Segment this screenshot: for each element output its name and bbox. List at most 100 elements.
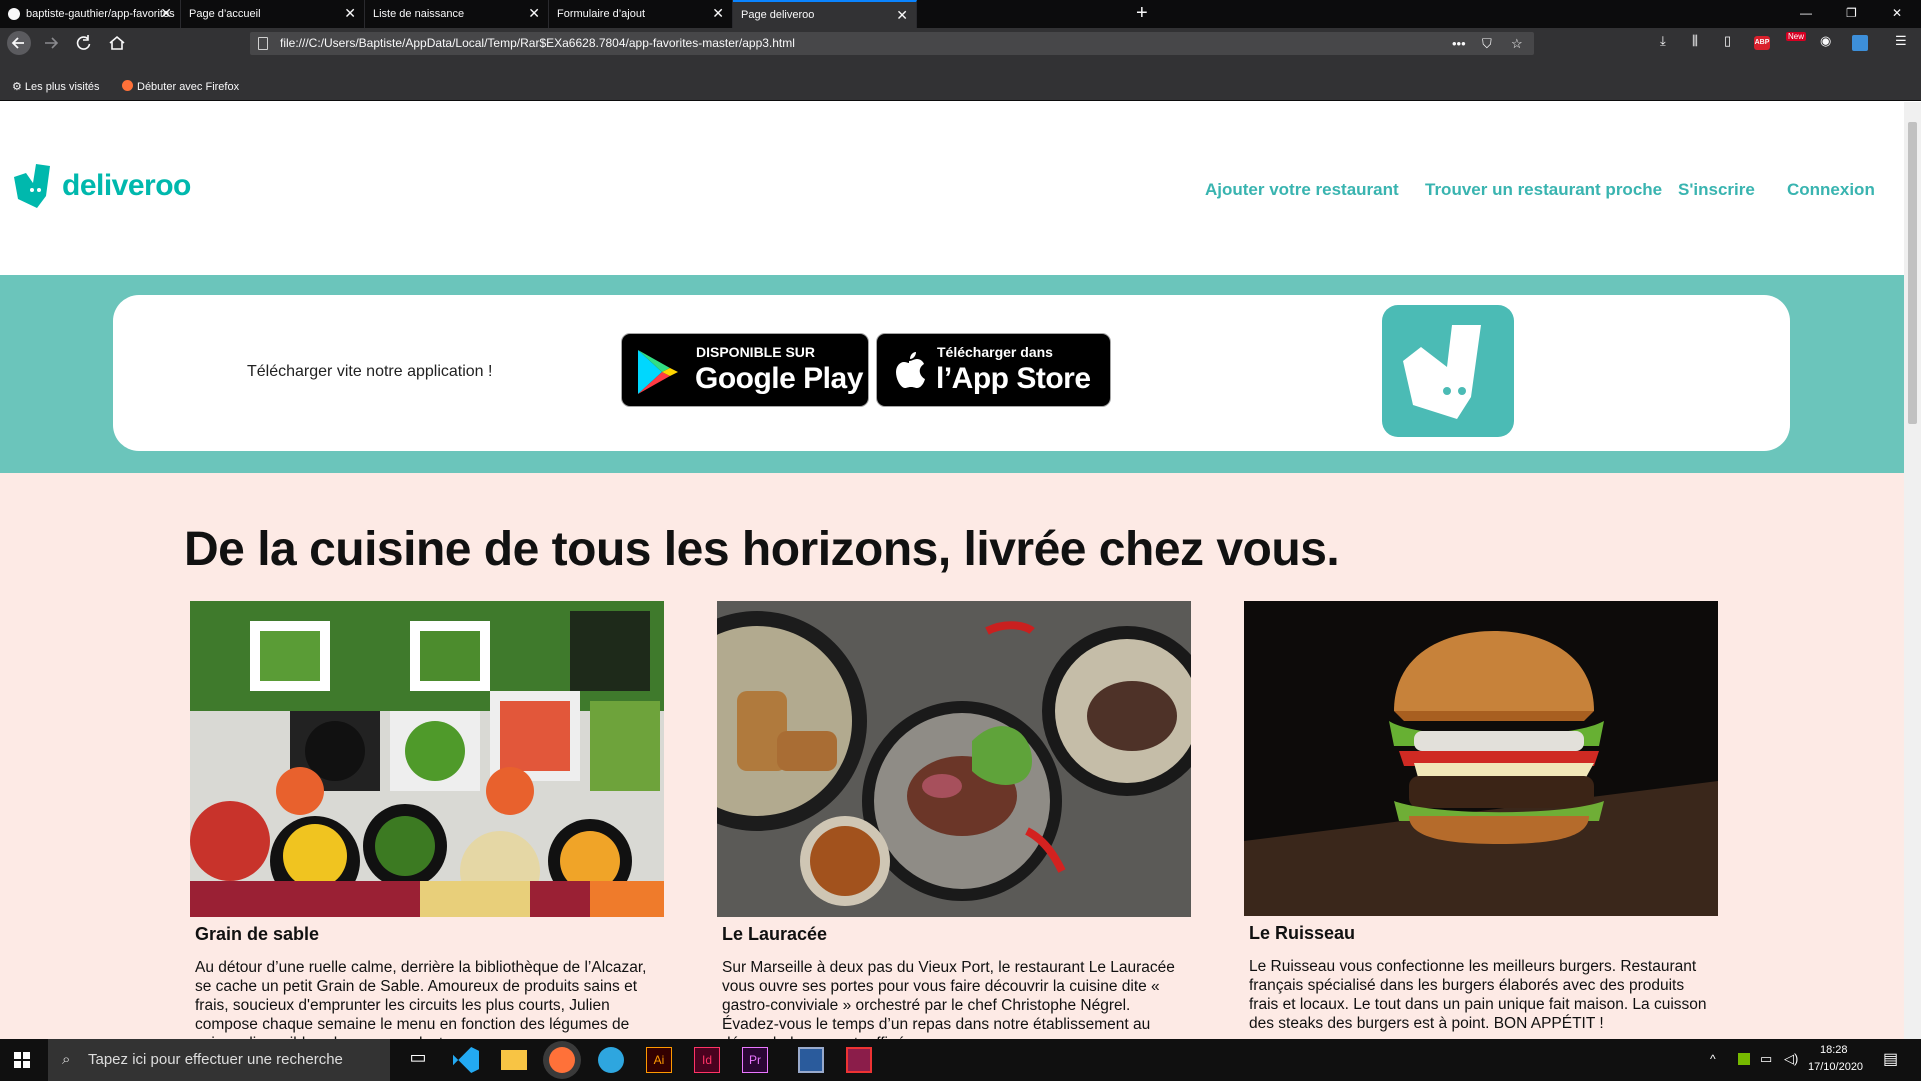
- forward-button[interactable]: [40, 33, 62, 53]
- banner-card: Télécharger vite notre application ! DIS…: [113, 295, 1790, 451]
- forward-arrow-icon: [45, 37, 59, 49]
- tab-page-accueil[interactable]: Page d’accueil ✕: [181, 0, 365, 28]
- firefox-icon[interactable]: [549, 1047, 575, 1073]
- app-download-banner: Télécharger vite notre application ! DIS…: [0, 275, 1904, 473]
- nav-add-restaurant[interactable]: Ajouter votre restaurant: [1205, 180, 1399, 200]
- gear-icon: ⚙: [12, 81, 25, 93]
- nav-find-restaurant[interactable]: Trouver un restaurant proche: [1425, 180, 1662, 200]
- home-button[interactable]: [106, 33, 128, 53]
- bookmark-star-icon[interactable]: ☆: [1511, 32, 1523, 55]
- close-icon[interactable]: ✕: [160, 6, 172, 20]
- adblock-plus-icon[interactable]: ABP: [1754, 36, 1770, 50]
- volume-icon[interactable]: ◁): [1784, 1051, 1798, 1067]
- navigation-toolbar: file:///C:/Users/Baptiste/AppData/Local/…: [0, 28, 1921, 58]
- restaurant-description: Sur Marseille à deux pas du Vieux Port, …: [722, 959, 1175, 1039]
- google-play-button[interactable]: DISPONIBLE SUR Google Play: [621, 333, 869, 407]
- calculator-icon[interactable]: [798, 1047, 824, 1073]
- close-icon[interactable]: ✕: [528, 6, 540, 20]
- windows-start-icon[interactable]: [14, 1052, 30, 1068]
- google-play-small: DISPONIBLE SUR: [696, 344, 816, 360]
- premiere-icon[interactable]: Pr: [742, 1047, 768, 1073]
- file-explorer-icon[interactable]: [501, 1050, 527, 1070]
- deliveroo-kangaroo-icon: [14, 164, 50, 208]
- reload-button[interactable]: [73, 33, 95, 53]
- app-store-small: Télécharger dans: [937, 344, 1053, 360]
- page-icon: [258, 37, 268, 50]
- new-tab-button[interactable]: +: [1136, 2, 1148, 25]
- bookmark-most-visited[interactable]: ⚙ Les plus visités: [12, 80, 100, 93]
- illustrator-icon[interactable]: Ai: [646, 1047, 672, 1073]
- grilled-meat-illustration: [717, 601, 1191, 917]
- bookmarks-toolbar: ⚙ Les plus visités Débuter avec Firefox: [0, 58, 1921, 101]
- taskbar-search-input[interactable]: ⌕ Tapez ici pour effectuer une recherche: [48, 1039, 390, 1081]
- restore-icon[interactable]: ❐: [1846, 6, 1857, 20]
- back-button[interactable]: [7, 31, 31, 55]
- page-headline: De la cuisine de tous les horizons, livr…: [184, 523, 1340, 576]
- downloads-icon[interactable]: ⤓: [1660, 33, 1666, 49]
- pocket-icon[interactable]: ⛉: [1482, 32, 1492, 55]
- tab-title: Page d’accueil: [189, 8, 261, 20]
- home-icon: [109, 35, 125, 50]
- firefox-icon: [122, 80, 133, 91]
- clock-date[interactable]: 17/10/2020: [1808, 1061, 1863, 1073]
- banner-text: Télécharger vite notre application !: [247, 363, 493, 380]
- telegram-icon[interactable]: [598, 1047, 624, 1073]
- page-scrollbar[interactable]: [1904, 102, 1921, 1039]
- restaurant-card[interactable]: Grain de sable Au détour d’une ruelle ca…: [190, 601, 664, 1039]
- minimize-icon[interactable]: —: [1800, 6, 1812, 20]
- logo-text: deliveroo: [62, 169, 191, 202]
- nav-signup[interactable]: S'inscrire: [1678, 180, 1755, 200]
- winrar-icon[interactable]: [846, 1047, 872, 1073]
- tab-liste-naissance[interactable]: Liste de naissance ✕: [365, 0, 549, 28]
- window-close-icon[interactable]: ✕: [1892, 6, 1902, 20]
- deliveroo-logo[interactable]: deliveroo: [14, 164, 191, 208]
- restaurant-name: Le Ruisseau: [1249, 923, 1356, 943]
- tab-title: Liste de naissance: [373, 8, 465, 20]
- restaurant-name: Grain de sable: [195, 924, 320, 944]
- network-icon[interactable]: ▭: [1760, 1051, 1772, 1067]
- notifications-icon[interactable]: ▤: [1883, 1049, 1898, 1069]
- nvidia-icon[interactable]: [1738, 1053, 1750, 1065]
- search-icon: ⌕: [62, 1051, 71, 1068]
- restaurant-card[interactable]: Le Ruisseau Le Ruisseau vous confectionn…: [1244, 601, 1718, 1032]
- new-badge: New: [1786, 32, 1807, 41]
- extension-download-icon[interactable]: [1852, 35, 1868, 51]
- app-store-button[interactable]: Télécharger dans l’App Store: [876, 333, 1111, 407]
- tab-title: Page deliveroo: [741, 9, 815, 21]
- tab-page-deliveroo[interactable]: Page deliveroo ✕: [733, 0, 917, 28]
- windows-taskbar: ⌕ Tapez ici pour effectuer une recherche…: [0, 1039, 1921, 1081]
- app-store-big: l’App Store: [936, 362, 1091, 395]
- back-arrow-icon: [11, 37, 24, 49]
- salad-bar-illustration: [190, 601, 664, 917]
- close-icon[interactable]: ✕: [712, 6, 724, 20]
- tab-formulaire[interactable]: Formulaire d’ajout ✕: [549, 0, 733, 28]
- sidebar-icon[interactable]: ▯: [1724, 33, 1731, 49]
- tab-title: Formulaire d’ajout: [557, 8, 646, 20]
- tray-chevron-icon[interactable]: ^: [1710, 1052, 1716, 1066]
- clock-time[interactable]: 18:28: [1820, 1044, 1848, 1056]
- page-viewport: deliveroo Ajouter votre restaurant Trouv…: [0, 102, 1904, 1039]
- url-text: file:///C:/Users/Baptiste/AppData/Local/…: [280, 36, 795, 50]
- page-actions-icon[interactable]: •••: [1452, 32, 1466, 55]
- task-view-icon[interactable]: ▭: [405, 1047, 431, 1073]
- indesign-icon[interactable]: Id: [694, 1047, 720, 1073]
- salad-bar-image: [190, 601, 664, 917]
- account-icon[interactable]: ◉: [1820, 33, 1831, 49]
- github-icon: [8, 8, 20, 20]
- nav-login[interactable]: Connexion: [1787, 180, 1875, 200]
- burger-image: [1244, 601, 1718, 916]
- apple-icon: [896, 352, 925, 388]
- bookmark-getting-started[interactable]: Débuter avec Firefox: [122, 80, 239, 93]
- close-icon[interactable]: ✕: [896, 8, 908, 22]
- tab-github[interactable]: baptiste-gauthier/app-favorites ✕: [0, 0, 181, 28]
- vscode-icon[interactable]: [453, 1047, 479, 1073]
- library-icon[interactable]: ⫼: [1692, 33, 1698, 49]
- menu-icon[interactable]: ☰: [1895, 33, 1907, 49]
- scrollbar-thumb[interactable]: [1908, 122, 1917, 424]
- reload-icon: [76, 35, 91, 50]
- close-icon[interactable]: ✕: [344, 6, 356, 20]
- google-play-big: Google Play: [695, 362, 863, 395]
- tab-title: baptiste-gauthier/app-favorites: [26, 8, 175, 20]
- restaurant-card[interactable]: Le Lauracée Sur Marseille à deux pas du …: [717, 601, 1191, 1039]
- url-bar[interactable]: file:///C:/Users/Baptiste/AppData/Local/…: [250, 32, 1534, 55]
